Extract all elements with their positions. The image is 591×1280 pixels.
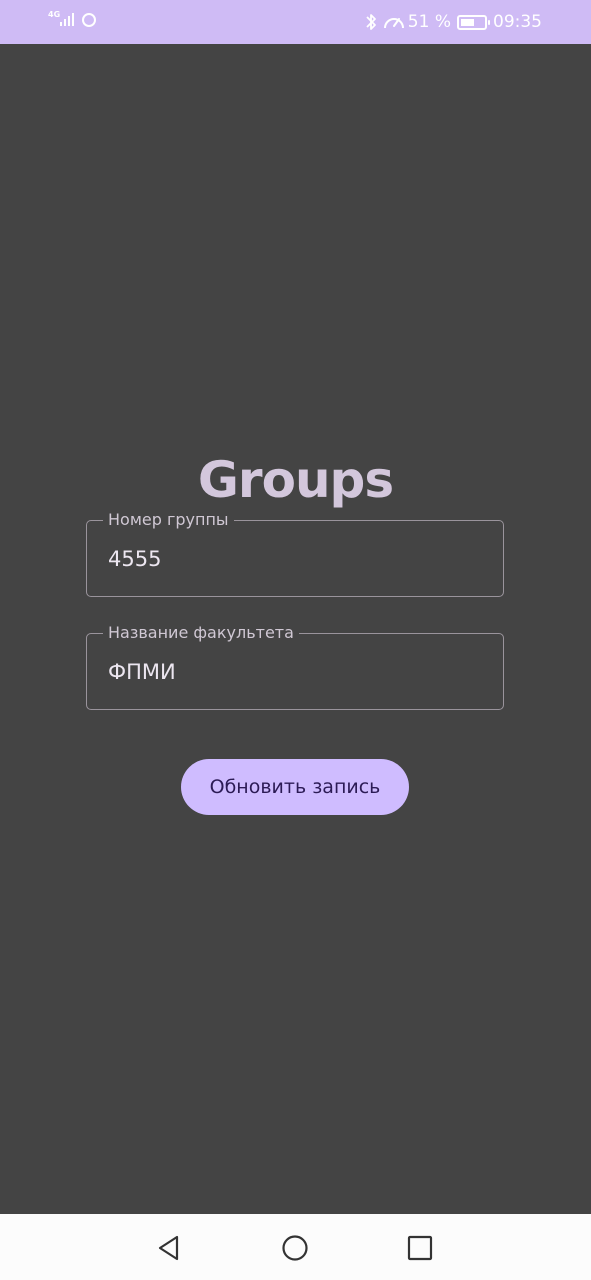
- speed-icon: [383, 18, 404, 29]
- status-bar: 4G 51 % 09:35: [0, 0, 591, 44]
- signal-icon: [60, 13, 74, 26]
- group-number-value[interactable]: 4555: [108, 546, 161, 572]
- bluetooth-icon: [366, 14, 376, 30]
- group-number-field[interactable]: Номер группы 4555: [86, 510, 504, 597]
- network-type: 4G: [48, 10, 61, 19]
- update-record-button[interactable]: Обновить запись: [181, 759, 409, 815]
- home-icon[interactable]: [281, 1234, 309, 1262]
- page-title: Groups: [197, 451, 394, 509]
- faculty-name-field[interactable]: Название факультета ФПМИ: [86, 623, 504, 710]
- faculty-name-value[interactable]: ФПМИ: [108, 659, 176, 685]
- status-time: 09:35: [493, 12, 542, 32]
- group-number-label: Номер группы: [103, 510, 234, 530]
- recents-icon[interactable]: [406, 1234, 434, 1262]
- faculty-name-label: Название факультета: [103, 623, 299, 643]
- battery-percent: 51 %: [407, 12, 451, 32]
- status-right-group: 51 % 09:35: [364, 10, 542, 34]
- back-icon[interactable]: [155, 1234, 183, 1262]
- navigation-bar: [0, 1214, 591, 1280]
- battery-charging-icon: [457, 14, 490, 30]
- sync-icon: [82, 13, 96, 27]
